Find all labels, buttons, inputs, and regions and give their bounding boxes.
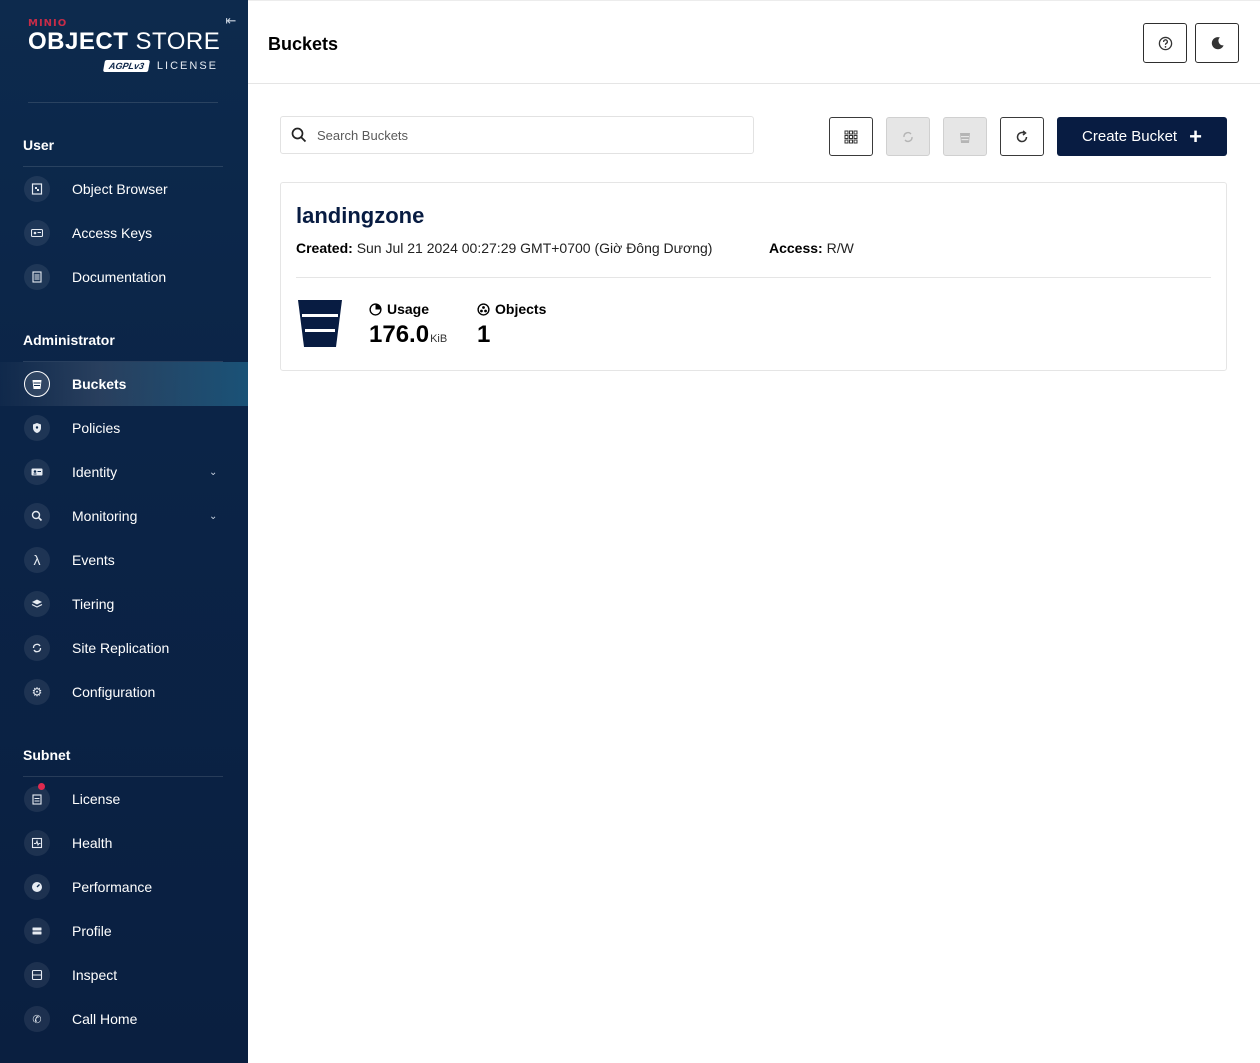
page-header: Buckets (248, 0, 1260, 84)
sidebar-item-object-browser[interactable]: Object Browser (0, 167, 248, 211)
sidebar-item-label: Object Browser (72, 181, 168, 197)
moon-icon (1211, 36, 1224, 49)
replication-icon (903, 131, 913, 142)
chevron-down-icon[interactable]: ⌄ (209, 511, 217, 522)
logo-title: OBJECT STORE (28, 28, 221, 55)
bucket-access: Access: R/W (769, 240, 854, 256)
help-button[interactable] (1143, 23, 1187, 63)
divider (296, 277, 1211, 278)
usage-unit: KiB (430, 333, 448, 345)
sidebar-item-tiering[interactable]: Tiering (0, 582, 248, 626)
objects-stat: Objects 1 (477, 301, 546, 349)
pie-chart-icon (369, 302, 382, 316)
sidebar-item-label: Events (72, 552, 115, 568)
search-input[interactable] (317, 125, 737, 145)
usage-value: 176.0 (369, 321, 430, 348)
sidebar-item-identity[interactable]: Identity ⌄ (0, 450, 248, 494)
sidebar-item-site-replication[interactable]: Site Replication (0, 626, 248, 670)
sidebar-item-events[interactable]: λ Events (0, 538, 248, 582)
refresh-button[interactable] (1000, 117, 1044, 156)
grid-icon (844, 130, 858, 143)
sidebar-item-label: Policies (72, 420, 121, 436)
usage-label: Usage (387, 301, 430, 317)
page-title: Buckets (268, 34, 339, 54)
section-title-administrator: Administrator (23, 332, 115, 348)
sidebar-item-monitoring[interactable]: Monitoring ⌄ (0, 494, 248, 538)
policies-icon (24, 415, 50, 441)
lifecycle-button[interactable] (943, 117, 987, 156)
objects-label: Objects (495, 301, 547, 317)
bucket-card[interactable]: landingzone Created: Sun Jul 21 2024 00:… (280, 182, 1227, 371)
sidebar-item-label: Monitoring (72, 508, 138, 524)
dark-mode-button[interactable] (1195, 23, 1239, 63)
sidebar-item-access-keys[interactable]: Access Keys (0, 211, 248, 255)
sidebar-item-label: Identity (72, 464, 118, 480)
sidebar-item-buckets[interactable]: Buckets (0, 362, 248, 406)
sidebar-item-label: Buckets (72, 376, 127, 392)
divider (28, 102, 218, 103)
logo-license: AGPLv3 LICENSE (102, 60, 218, 72)
grid-view-button[interactable] (829, 117, 873, 156)
site-replication-icon (24, 635, 50, 661)
sidebar-item-policies[interactable]: Policies (0, 406, 248, 450)
inspect-icon (24, 962, 50, 988)
bucket-name-link[interactable]: landingzone (296, 203, 424, 229)
sidebar-item-label: License (72, 791, 121, 807)
sidebar-item-performance[interactable]: Performance (0, 865, 248, 909)
create-bucket-label: Create Bucket (1082, 128, 1178, 145)
refresh-icon (1016, 129, 1028, 142)
monitoring-icon (24, 503, 50, 529)
object-browser-icon (24, 176, 50, 202)
sidebar-item-label: Site Replication (72, 640, 170, 656)
sidebar-item-documentation[interactable]: Documentation (0, 255, 248, 299)
logo: MINIO OBJECT STORE AGPLv3 LICENSE (28, 18, 223, 78)
bucket-icon (24, 371, 50, 397)
objects-icon (477, 302, 490, 316)
chevron-down-icon[interactable]: ⌄ (209, 467, 217, 478)
sidebar-item-label: Call Home (72, 1011, 138, 1027)
sidebar: ⇤ MINIO OBJECT STORE AGPLv3 LICENSE User… (0, 0, 248, 1063)
sidebar-item-profile[interactable]: Profile (0, 909, 248, 953)
bucket-created: Created: Sun Jul 21 2024 00:27:29 GMT+07… (296, 240, 713, 256)
usage-stat: Usage 176.0KiB (369, 301, 447, 349)
sidebar-item-inspect[interactable]: Inspect (0, 953, 248, 997)
sidebar-item-label: Access Keys (72, 225, 153, 241)
sidebar-item-configuration[interactable]: ⚙ Configuration (0, 670, 248, 714)
sidebar-item-label: Inspect (72, 967, 118, 983)
sidebar-item-label: Performance (72, 879, 153, 895)
section-title-subnet: Subnet (23, 747, 71, 763)
bucket-icon (298, 300, 342, 347)
gear-icon: ⚙ (24, 679, 50, 705)
lifecycle-icon (960, 132, 970, 143)
sidebar-item-label: Health (72, 835, 113, 851)
sidebar-item-health[interactable]: Health (0, 821, 248, 865)
access-keys-icon (24, 220, 50, 246)
search-box[interactable] (280, 116, 754, 154)
documentation-icon (24, 264, 50, 290)
sidebar-item-label: Profile (72, 923, 112, 939)
identity-icon (24, 459, 50, 485)
sidebar-item-call-home[interactable]: ✆ Call Home (0, 997, 248, 1041)
license-icon (24, 786, 50, 812)
plus-icon: + (1189, 123, 1202, 149)
call-home-icon: ✆ (24, 1006, 50, 1032)
performance-icon (24, 874, 50, 900)
profile-icon (24, 918, 50, 944)
search-icon (291, 127, 307, 143)
help-icon (1158, 36, 1172, 50)
sidebar-item-label: Configuration (72, 684, 156, 700)
lambda-icon: λ (24, 547, 50, 573)
section-title-user: User (23, 137, 55, 153)
objects-value: 1 (477, 321, 491, 348)
collapse-sidebar-icon[interactable]: ⇤ (222, 12, 240, 30)
agpl-badge: AGPLv3 (102, 60, 150, 72)
sidebar-item-label: Tiering (72, 596, 115, 612)
sidebar-item-license[interactable]: License (0, 777, 248, 821)
replication-button[interactable] (886, 117, 930, 156)
sidebar-item-label: Documentation (72, 269, 167, 285)
notification-badge (38, 783, 45, 790)
tiering-icon (24, 591, 50, 617)
health-icon (24, 830, 50, 856)
create-bucket-button[interactable]: Create Bucket + (1057, 117, 1227, 156)
